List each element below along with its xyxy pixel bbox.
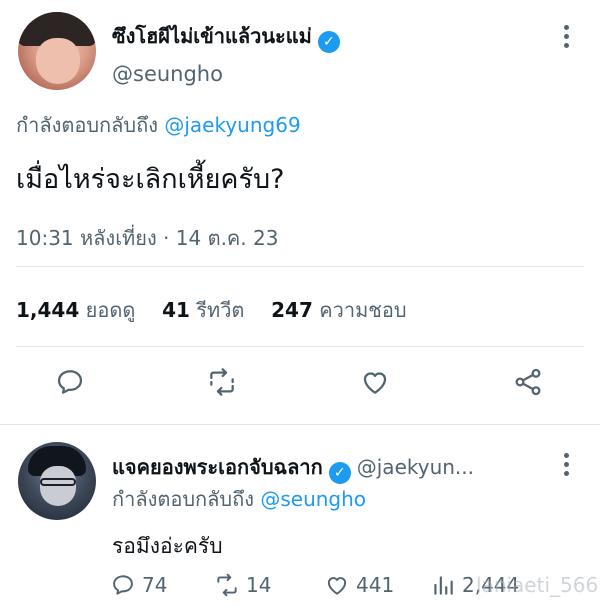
more-options-icon[interactable]: [558, 22, 576, 52]
author-name-row: ซึงโฮผีไม่เข้าแล้วนะแม่ ✓: [112, 20, 340, 53]
avatar[interactable]: [18, 12, 96, 90]
replying-to-prefix: กำลังตอบกลับถึง: [16, 113, 158, 137]
likes-label[interactable]: ความชอบ: [319, 298, 406, 322]
retweets-count[interactable]: 41: [162, 298, 190, 322]
avatar[interactable]: [18, 442, 96, 520]
divider: [16, 346, 584, 347]
reply-icon[interactable]: [110, 572, 136, 598]
divider: [0, 424, 600, 425]
replying-to-mention[interactable]: @jaekyung69: [164, 113, 300, 137]
tweet-stats: 1,444 ยอดดู 41 รีทวีต 247 ความชอบ: [16, 294, 407, 326]
retweets-label[interactable]: รีทวีต: [196, 298, 244, 322]
share-icon[interactable]: [512, 366, 544, 398]
replying-to-mention[interactable]: @seungho: [260, 487, 366, 511]
views-label: ยอดดู: [85, 298, 136, 322]
verified-badge-icon: ✓: [317, 31, 340, 53]
reply-author-row: แจคยองพระเอกจับฉลาก ✓ @jaekyun...: [112, 451, 474, 484]
author-handle[interactable]: @seungho: [112, 62, 223, 86]
tweet-timestamp[interactable]: 10:31 หลังเที่ยง · 14 ต.ค. 23: [16, 222, 278, 254]
like-count: 441: [356, 573, 395, 597]
replying-to-prefix: กำลังตอบกลับถึง: [112, 487, 254, 511]
reply-count: 74: [142, 573, 168, 597]
author-display-name[interactable]: ซึงโฮผีไม่เข้าแล้วนะแม่: [112, 24, 312, 48]
retweet-icon[interactable]: [206, 366, 238, 398]
divider: [16, 266, 584, 267]
like-icon[interactable]: [359, 366, 391, 398]
replying-to-line: กำลังตอบกลับถึง @seungho: [112, 483, 366, 515]
reply-action[interactable]: 74: [110, 572, 167, 598]
verified-badge-icon: ✓: [328, 462, 351, 484]
watermark: laniaeti_566: [476, 573, 599, 597]
reply-tweet-text: รอมึงอ่ะครับ: [112, 534, 223, 558]
retweet-icon[interactable]: [214, 572, 240, 598]
views-icon[interactable]: [430, 572, 456, 598]
likes-count[interactable]: 247: [271, 298, 313, 322]
avatar-glasses: [40, 478, 76, 486]
more-options-icon[interactable]: [558, 450, 576, 480]
avatar-face: [36, 38, 80, 84]
views-count: 1,444: [16, 298, 80, 322]
retweet-action[interactable]: 14: [214, 572, 271, 598]
reply-author-display-name[interactable]: แจคยองพระเอกจับฉลาก: [112, 455, 323, 479]
reply-author-handle[interactable]: @jaekyun...: [357, 455, 474, 479]
reply-icon[interactable]: [54, 366, 86, 398]
replying-to-line: กำลังตอบกลับถึง @jaekyung69: [16, 109, 301, 141]
like-action[interactable]: 441: [324, 572, 394, 598]
like-icon[interactable]: [324, 572, 350, 598]
retweet-count: 14: [246, 573, 272, 597]
avatar-face: [40, 466, 76, 506]
tweet-text: เมื่อไหร่จะเลิกเหี้ยครับ?: [16, 164, 285, 195]
